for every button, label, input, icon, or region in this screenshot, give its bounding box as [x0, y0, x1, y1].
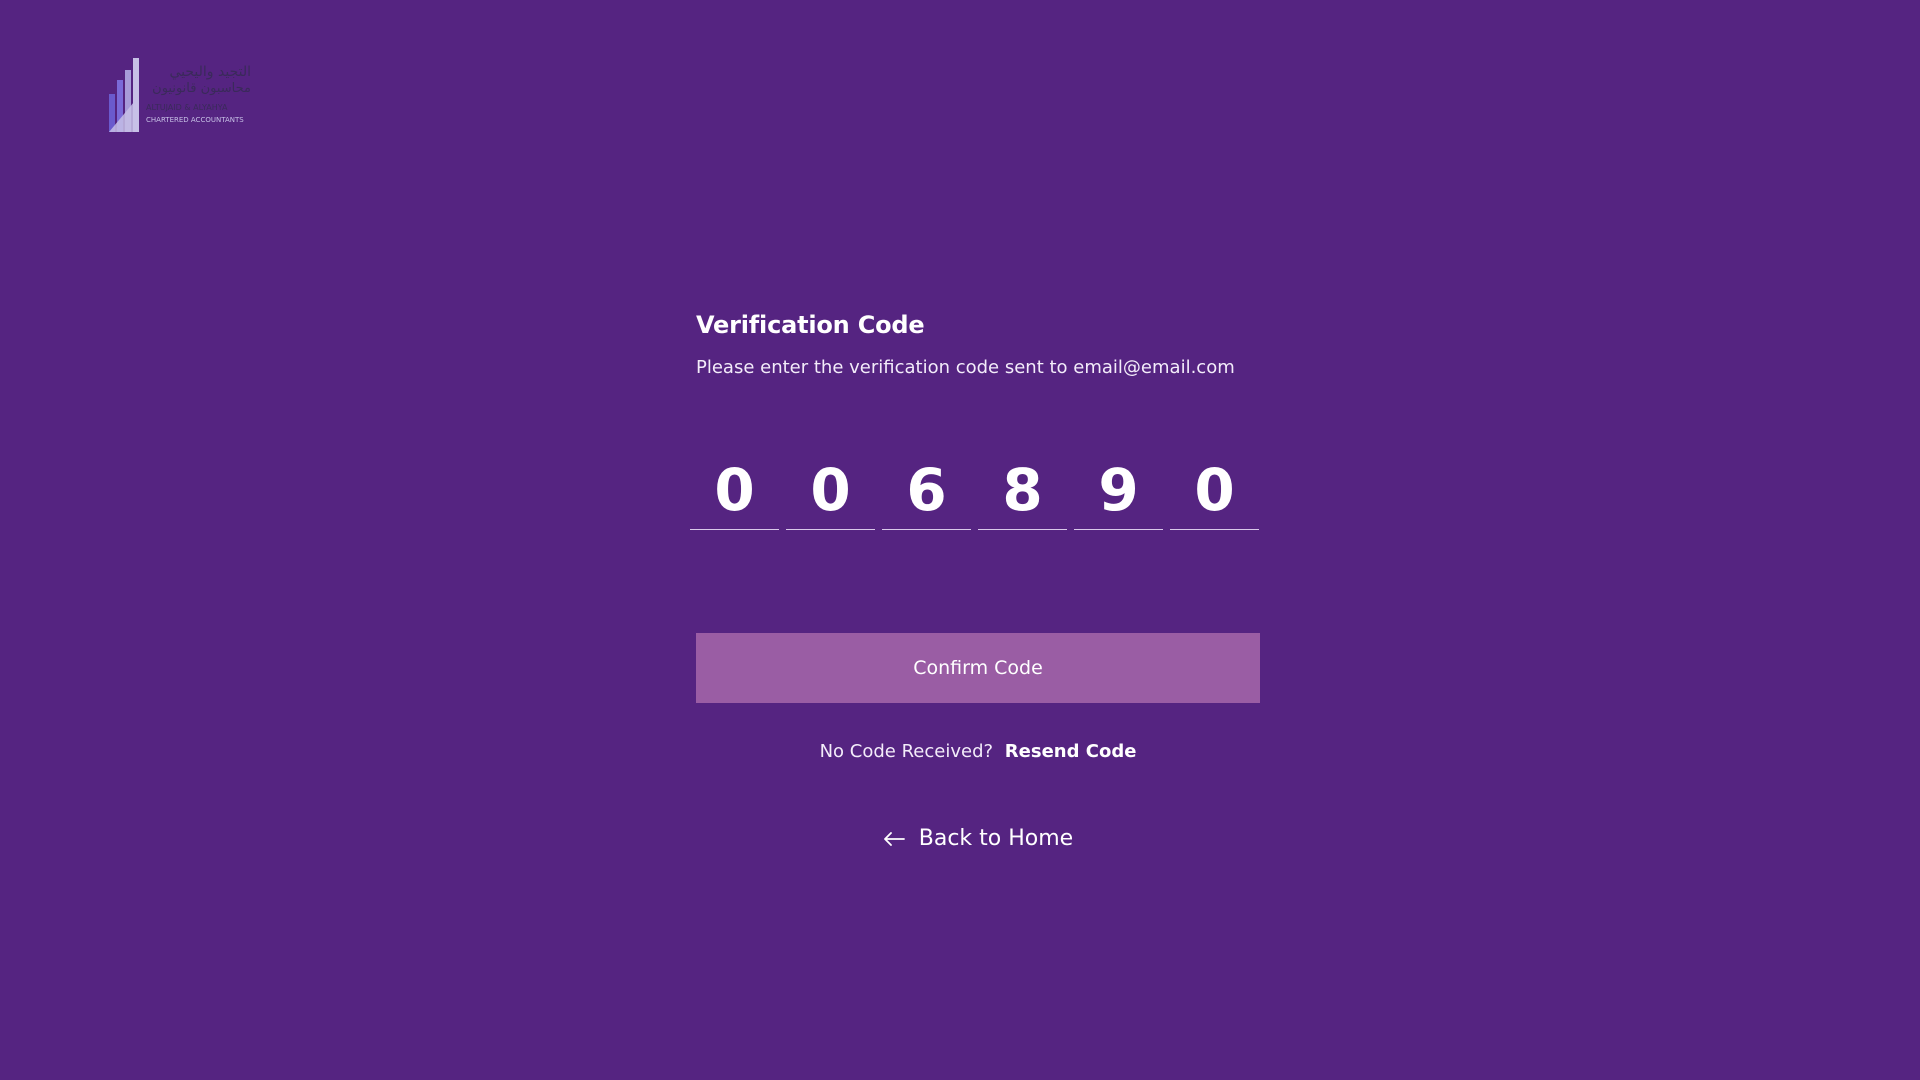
- page: التجيد واليحيي محاسبون قانونيون ALTUJAID…: [0, 0, 1920, 1080]
- code-digit-3[interactable]: [882, 450, 971, 530]
- logo-english-line2: CHARTERED ACCOUNTANTS: [146, 116, 244, 124]
- verification-card: Verification Code Please enter the verif…: [690, 310, 1260, 851]
- logo-arabic-line2: محاسبون قانونيون: [152, 81, 251, 96]
- logo-arabic-line1: التجيد واليحيي: [169, 64, 251, 80]
- page-title: Verification Code: [696, 311, 925, 339]
- logo-english-line1: ALTUJAID & ALYAHYA: [146, 103, 228, 112]
- code-input-group: [690, 450, 1262, 530]
- logo-mark: التجيد واليحيي محاسبون قانونيون ALTUJAID…: [109, 58, 251, 132]
- code-digit-5[interactable]: [1074, 450, 1163, 530]
- code-digit-2[interactable]: [786, 450, 875, 530]
- resend-row: No Code Received? Resend Code: [696, 740, 1260, 764]
- back-to-home-link[interactable]: Back to Home: [696, 824, 1260, 854]
- code-digit-6[interactable]: [1170, 450, 1259, 530]
- no-code-text: No Code Received?: [819, 741, 994, 762]
- resend-code-link[interactable]: Resend Code: [1005, 741, 1137, 762]
- confirm-code-button[interactable]: Confirm Code: [696, 633, 1260, 703]
- back-to-home-label: Back to Home: [918, 826, 1074, 851]
- arrow-left-icon: [883, 831, 905, 847]
- company-logo: التجيد واليحيي محاسبون قانونيون ALTUJAID…: [106, 56, 256, 134]
- code-digit-1[interactable]: [690, 450, 779, 530]
- instruction-text: Please enter the verification code sent …: [696, 357, 1235, 378]
- code-digit-4[interactable]: [978, 450, 1067, 530]
